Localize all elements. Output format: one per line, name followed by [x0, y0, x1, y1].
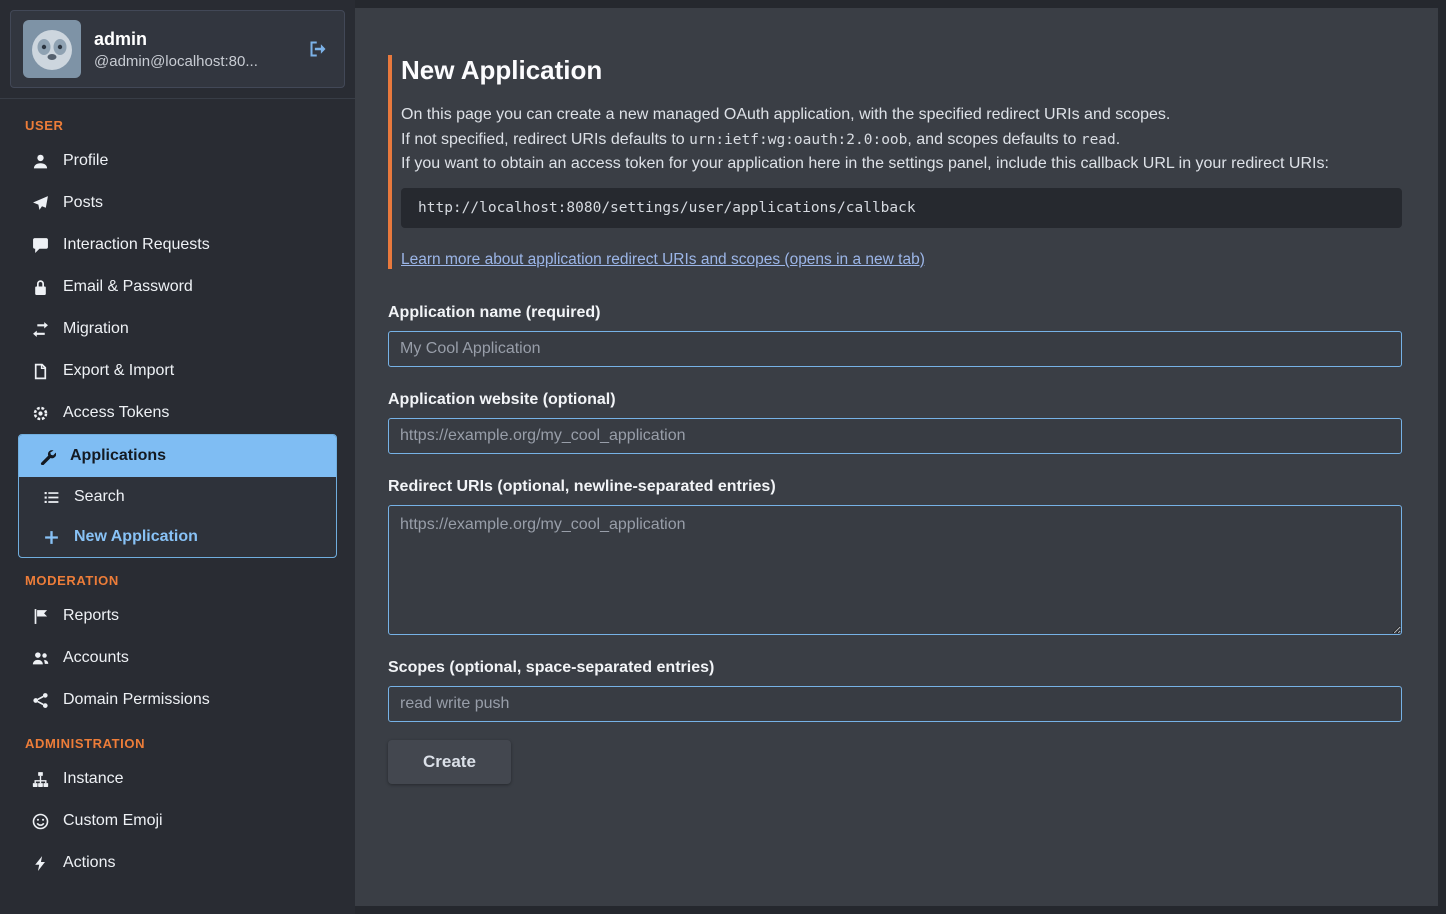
lock-icon — [32, 279, 49, 296]
section-label-moderation: MODERATION — [0, 558, 355, 595]
redirect-uris-textarea[interactable] — [388, 505, 1402, 635]
share-nodes-icon — [32, 692, 49, 709]
sidebar-item-label: Migration — [63, 319, 129, 339]
wrench-icon — [39, 448, 56, 465]
sitemap-icon — [32, 771, 49, 788]
application-website-field-group: Application website (optional) — [388, 391, 1402, 454]
smiley-icon — [32, 813, 49, 830]
sidebar-item-label: Applications — [70, 446, 166, 466]
sidebar-item-search[interactable]: Search — [19, 477, 336, 517]
sidebar-item-accounts[interactable]: Accounts — [0, 637, 355, 679]
learn-more-link[interactable]: Learn more about application redirect UR… — [401, 251, 925, 268]
sidebar-item-custom-emoji[interactable]: Custom Emoji — [0, 800, 355, 842]
sidebar-item-profile[interactable]: Profile — [0, 140, 355, 182]
sidebar: admin @admin@localhost:80... USER Prof — [0, 0, 355, 914]
username: admin — [94, 29, 291, 50]
user-card-wrap: admin @admin@localhost:80... — [0, 0, 355, 99]
scopes-field-group: Scopes (optional, space-separated entrie… — [388, 659, 1402, 722]
scopes-label: Scopes (optional, space-separated entrie… — [388, 659, 1402, 677]
sidebar-item-reports[interactable]: Reports — [0, 595, 355, 637]
comment-icon — [32, 237, 49, 254]
application-website-input[interactable] — [388, 418, 1402, 454]
sidebar-item-export-import[interactable]: Export & Import — [0, 350, 355, 392]
intro-line-1: On this page you can create a new manage… — [401, 103, 1402, 128]
application-name-label: Application name (required) — [388, 304, 1402, 322]
intro-line-2: If not specified, redirect URIs defaults… — [401, 128, 1402, 153]
sidebar-item-label: Custom Emoji — [63, 811, 163, 831]
section-label-user: USER — [0, 103, 355, 140]
sidebar-item-interaction-requests[interactable]: Interaction Requests — [0, 224, 355, 266]
sidebar-item-access-tokens[interactable]: Access Tokens — [0, 392, 355, 434]
user-handle: @admin@localhost:80... — [94, 53, 291, 70]
create-button[interactable]: Create — [388, 740, 511, 784]
sidebar-item-posts[interactable]: Posts — [0, 182, 355, 224]
sidebar-item-instance[interactable]: Instance — [0, 758, 355, 800]
sidebar-item-label: Interaction Requests — [63, 235, 210, 255]
read-scope-code: read — [1081, 132, 1116, 148]
transfer-arrows-icon — [32, 321, 49, 338]
scopes-input[interactable] — [388, 686, 1402, 722]
users-icon — [32, 650, 49, 667]
oob-code: urn:ietf:wg:oauth:2.0:oob — [689, 132, 907, 148]
new-application-form: Application name (required) Application … — [388, 304, 1402, 784]
sidebar-item-label: New Application — [74, 527, 198, 547]
file-icon — [32, 363, 49, 380]
sidebar-item-email-password[interactable]: Email & Password — [0, 266, 355, 308]
plus-icon — [43, 529, 60, 546]
sloth-avatar — [23, 20, 81, 78]
redirect-uris-label: Redirect URIs (optional, newline-separat… — [388, 478, 1402, 496]
sidebar-item-label: Access Tokens — [63, 403, 169, 423]
avatar — [23, 20, 81, 78]
main-area: New Application On this page you can cre… — [355, 0, 1446, 914]
sidebar-item-domain-permissions[interactable]: Domain Permissions — [0, 679, 355, 721]
gear-icon — [32, 405, 49, 422]
page-header: New Application On this page you can cre… — [388, 55, 1402, 269]
intro-line-3: If you want to obtain an access token fo… — [401, 152, 1402, 177]
sidebar-item-label: Actions — [63, 853, 115, 873]
content-panel: New Application On this page you can cre… — [355, 8, 1438, 906]
page-title: New Application — [401, 55, 1402, 86]
user-info: admin @admin@localhost:80... — [94, 29, 291, 70]
application-name-field-group: Application name (required) — [388, 304, 1402, 367]
sidebar-item-label: Posts — [63, 193, 103, 213]
sidebar-group-applications: Applications Search New Application — [18, 434, 337, 558]
sidebar-item-applications[interactable]: Applications — [19, 435, 336, 477]
flag-icon — [32, 608, 49, 625]
sidebar-item-label: Profile — [63, 151, 108, 171]
sidebar-item-label: Search — [74, 487, 125, 507]
sidebar-item-label: Instance — [63, 769, 123, 789]
sidebar-item-label: Accounts — [63, 648, 129, 668]
redirect-uris-field-group: Redirect URIs (optional, newline-separat… — [388, 478, 1402, 635]
callback-url-code-block: http://localhost:8080/settings/user/appl… — [401, 188, 1402, 228]
list-icon — [43, 489, 60, 506]
sidebar-item-label: Reports — [63, 606, 119, 626]
application-name-input[interactable] — [388, 331, 1402, 367]
sidebar-item-label: Domain Permissions — [63, 690, 210, 710]
application-website-label: Application website (optional) — [388, 391, 1402, 409]
settings-app: admin @admin@localhost:80... USER Prof — [0, 0, 1446, 914]
sidebar-item-migration[interactable]: Migration — [0, 308, 355, 350]
logout-icon[interactable] — [304, 35, 332, 63]
sidebar-item-label: Export & Import — [63, 361, 174, 381]
user-icon — [32, 153, 49, 170]
sidebar-nav: USER Profile Posts Interaction Requests — [0, 99, 355, 884]
sidebar-item-label: Email & Password — [63, 277, 193, 297]
sidebar-item-actions[interactable]: Actions — [0, 842, 355, 884]
user-card: admin @admin@localhost:80... — [10, 10, 345, 88]
section-label-administration: ADMINISTRATION — [0, 721, 355, 758]
bolt-icon — [32, 855, 49, 872]
paper-plane-icon — [32, 195, 49, 212]
sidebar-item-new-application[interactable]: New Application — [19, 517, 336, 557]
